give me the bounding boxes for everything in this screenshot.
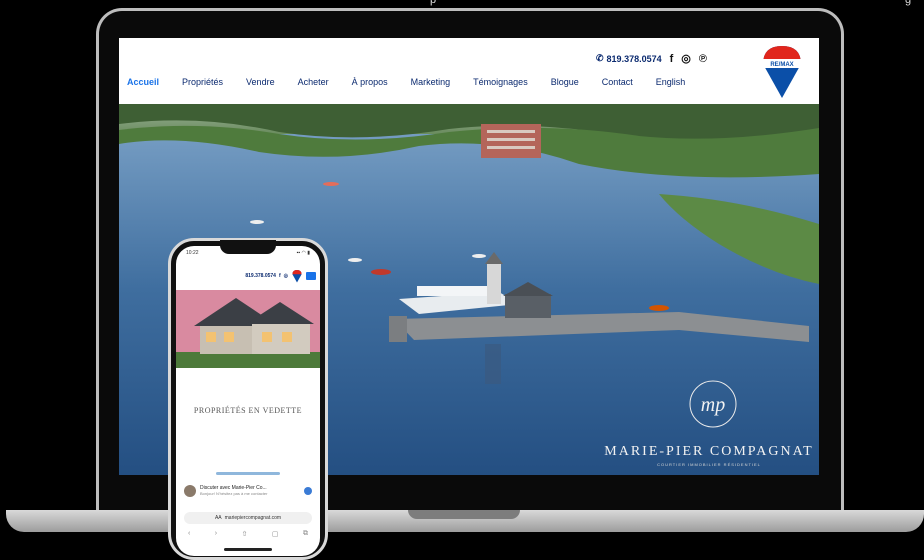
phone-icon: ✆ [596,53,604,63]
address-bar[interactable]: AA mariepiercompagnat.com [184,512,312,524]
contact-bar: ✆ 819.378.0574 f ◎ ℗ [596,52,707,66]
nav-temoignages[interactable]: Témoignages [473,77,528,87]
brand-name: MARIE-PIER COMPAGNAT [604,444,814,459]
nav-english[interactable]: English [656,77,686,87]
nav-accueil[interactable]: Accueil [127,77,159,87]
avatar [184,485,196,497]
instagram-icon[interactable]: ◎ [284,273,288,279]
phone-notch [220,240,276,254]
nav-marketing[interactable]: Marketing [411,77,451,87]
phone-hero-house-image [176,290,320,368]
nav-blogue[interactable]: Blogue [551,77,579,87]
brand-signature: MARIE-PIER COMPAGNAT COURTIER IMMOBILIER… [599,444,819,467]
chat-subtitle: Bonjour! N'hésitez pas à me contacter [200,491,268,496]
forward-icon[interactable]: › [215,530,217,538]
share-icon[interactable]: ⇧ [242,530,248,538]
phone-site-header: 819.378.0574 f ◎ [176,262,320,290]
instagram-icon[interactable]: ◎ [681,52,691,65]
logo-text: RE/MAX [770,62,793,68]
nav-vendre[interactable]: Vendre [246,77,275,87]
reader-icon[interactable]: AA [215,515,222,521]
tabs-icon[interactable]: ⧉ [303,530,308,538]
main-nav: Accueil Propriétés Vendre Acheter À prop… [127,77,708,87]
facebook-icon[interactable]: f [279,273,281,279]
monogram-logo: mp [701,394,725,416]
nav-acheter[interactable]: Acheter [298,77,329,87]
site-header: ✆ 819.378.0574 f ◎ ℗ Accueil Propriétés … [119,38,819,104]
pinterest-icon[interactable]: ℗ [699,53,707,65]
phone-link[interactable]: ✆ 819.378.0574 [596,53,662,64]
featured-properties-heading: PROPRIÉTÉS EN VEDETTE [193,406,303,415]
status-icons: ▪▪ ◠ ▮ [296,250,310,256]
nav-a-propos[interactable]: À propos [352,77,388,87]
laptop-notch [408,510,520,519]
scroll-indicator [216,472,280,475]
remax-logo-small[interactable] [291,269,303,283]
home-indicator [224,548,272,551]
chat-widget[interactable]: Discuter avec Marie-Pier Co... Bonjour! … [184,482,312,500]
url-text: mariepiercompagnat.com [224,515,282,521]
browser-toolbar: ‹ › ⇧ ▢ ⧉ [188,530,308,538]
facebook-icon[interactable]: f [670,53,674,65]
remax-logo[interactable]: RE/MAX [759,42,805,100]
nav-proprietes[interactable]: Propriétés [182,77,223,87]
phone-screen: 10:22 ▪▪ ◠ ▮ 819.378.0574 f ◎ PROPRIÉTÉS… [176,246,320,556]
status-time: 10:22 [186,250,199,256]
caption-text: p g [430,0,912,6]
house-photo [176,290,320,368]
menu-icon[interactable] [306,272,316,280]
bookmarks-icon[interactable]: ▢ [272,530,279,538]
nav-contact[interactable]: Contact [602,77,633,87]
chat-open-button[interactable] [304,487,312,495]
brand-subtitle: COURTIER IMMOBILIER RÉSIDENTIEL [657,462,761,467]
back-icon[interactable]: ‹ [188,530,190,538]
phone-header-phone[interactable]: 819.378.0574 [245,273,276,279]
